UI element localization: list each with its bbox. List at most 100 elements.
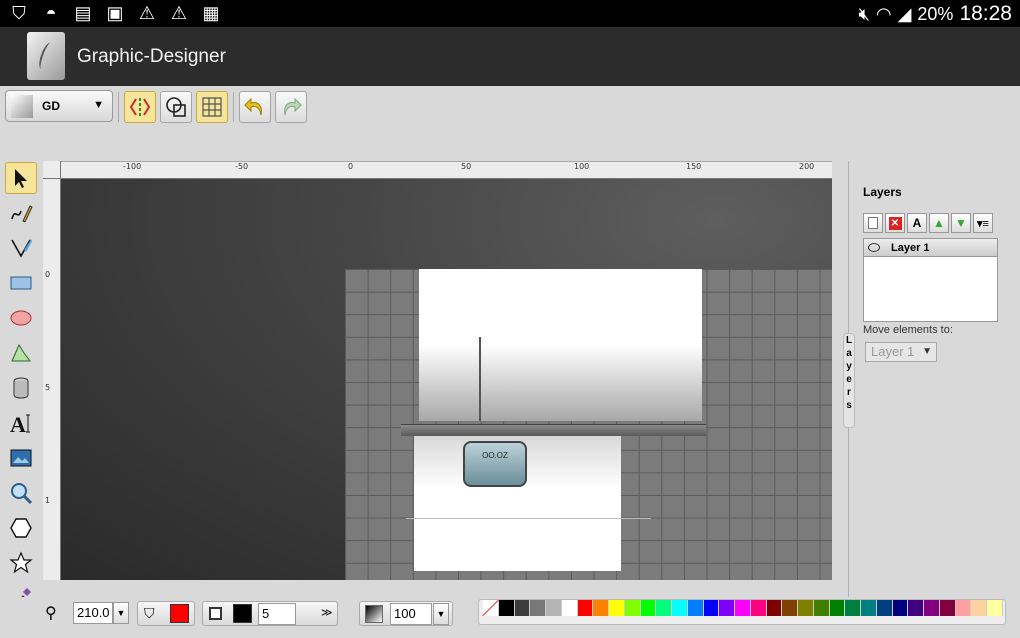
color-swatch[interactable] (672, 600, 688, 616)
color-swatch[interactable] (861, 600, 877, 616)
status-bar: ⛉ ◓ ▤ ▣ ⚠ ⚠ ▦ 🔇︎ ◠ ◢ 20% 18:28 (0, 0, 1020, 27)
move-elements-value: Layer 1 (871, 344, 915, 359)
color-swatch[interactable] (687, 600, 704, 616)
chevron-down-icon: ▼ (922, 346, 932, 357)
arrow-up-icon: ▲ (933, 216, 945, 230)
rename-layer-button[interactable]: A (907, 213, 927, 233)
color-swatch[interactable] (798, 600, 814, 616)
color-swatch[interactable] (924, 600, 940, 616)
color-swatch[interactable] (955, 600, 972, 616)
freehand-tool[interactable] (5, 197, 37, 229)
move-layer-down-button[interactable]: ▼ (951, 213, 971, 233)
stroke-width-input[interactable]: 5 (258, 603, 296, 625)
text-tool[interactable]: A (5, 407, 37, 439)
ruler-label: -100 (123, 162, 142, 171)
color-swatch[interactable] (892, 600, 909, 616)
color-swatch[interactable] (561, 600, 578, 616)
mute-icon: 🔇︎ (858, 3, 870, 24)
star-tool[interactable] (5, 547, 37, 579)
stroke-color-swatch[interactable] (233, 604, 252, 623)
rectangle-tool[interactable] (5, 267, 37, 299)
shapes-button[interactable] (160, 91, 192, 123)
opacity-dropdown[interactable]: ▼ (433, 603, 449, 625)
color-swatch[interactable] (640, 600, 657, 616)
pen-tool[interactable] (5, 232, 37, 264)
document-select[interactable]: GD ▼ (5, 90, 113, 122)
color-swatch[interactable] (750, 600, 767, 616)
star-icon (9, 551, 33, 574)
delete-layer-button[interactable]: ✕ (885, 213, 905, 233)
color-swatch[interactable] (703, 600, 720, 616)
color-swatch[interactable] (939, 600, 956, 616)
zoom-tool[interactable] (5, 477, 37, 509)
color-swatch[interactable] (971, 600, 987, 616)
battery-level: 20% (917, 3, 954, 24)
pen-icon (11, 239, 32, 258)
menu-icon: ▾≡ (977, 217, 989, 230)
color-swatch[interactable] (782, 600, 798, 616)
snap-button[interactable] (124, 91, 156, 123)
color-swatch[interactable] (577, 600, 594, 616)
color-swatch[interactable] (845, 600, 861, 616)
ellipse-icon (10, 310, 32, 326)
grid-button[interactable] (196, 91, 228, 123)
ruler-label: 50 (461, 162, 472, 171)
layer-row[interactable]: Layer 1 (864, 239, 997, 257)
cylinder-tool[interactable] (5, 372, 37, 404)
move-layer-up-button[interactable]: ▲ (929, 213, 949, 233)
zoom-dropdown[interactable]: ▼ (113, 602, 129, 624)
color-swatch[interactable] (813, 600, 830, 616)
zoom-input[interactable]: 210.0 (73, 602, 113, 624)
select-tool[interactable] (5, 162, 37, 194)
layer-menu-button[interactable]: ▾≡ (973, 213, 993, 233)
redo-button[interactable] (275, 91, 307, 123)
clipboard-icon: ▦ (202, 2, 220, 23)
side-tab-letter: r (847, 387, 851, 398)
drawing-wall[interactable] (419, 269, 702, 421)
color-swatch[interactable] (498, 600, 515, 616)
undo-button[interactable] (239, 91, 271, 123)
arrow-down-icon: ▼ (955, 216, 967, 230)
color-swatch[interactable] (514, 600, 531, 616)
ellipse-tool[interactable] (5, 302, 37, 334)
drawing-line[interactable] (479, 337, 481, 421)
color-swatch[interactable] (719, 600, 735, 616)
drawing-canvas[interactable]: OO.OZ (61, 179, 832, 580)
horizontal-ruler: -100 -50 0 50 100 150 200 (43, 161, 832, 179)
drawing-line[interactable] (406, 518, 651, 519)
color-swatch[interactable] (656, 600, 672, 616)
cylinder-icon (13, 377, 29, 399)
side-tab-letter: a (846, 348, 852, 359)
image-tool[interactable] (5, 442, 37, 474)
drawing-shelf[interactable] (401, 424, 706, 436)
color-swatch[interactable] (987, 600, 1003, 616)
color-swatch[interactable] (530, 600, 546, 616)
document-select-label: GD (42, 99, 60, 113)
color-swatch[interactable] (908, 600, 924, 616)
layers-panel: L a y e r s Layers ✕ A ▲ ▼ ▾≡ Layer 1 Mo… (843, 161, 1020, 597)
app-logo-icon[interactable] (27, 32, 65, 80)
move-elements-select[interactable]: Layer 1 ▼ (865, 342, 937, 362)
polygon-tool[interactable] (5, 337, 37, 369)
chevron-right-icon[interactable]: ≫ (321, 606, 333, 619)
color-swatch[interactable] (735, 600, 751, 616)
color-swatch[interactable] (766, 600, 783, 616)
color-swatch[interactable] (876, 600, 893, 616)
layers-side-tab[interactable]: L a y e r s (843, 333, 855, 428)
grid-icon (202, 97, 222, 117)
color-swatch[interactable] (829, 600, 846, 616)
no-color-swatch[interactable] (483, 600, 499, 616)
eye-icon[interactable] (868, 243, 880, 252)
clock: 18:28 (959, 2, 1012, 25)
drawing-scale[interactable]: OO.OZ (463, 441, 527, 487)
warning-icon: ⚠ (138, 2, 156, 23)
hexagon-tool[interactable] (5, 512, 37, 544)
color-swatch[interactable] (609, 600, 625, 616)
fill-color-swatch[interactable] (170, 604, 189, 623)
color-swatch[interactable] (624, 600, 641, 616)
opacity-input[interactable]: 100 (390, 603, 432, 625)
wifi-icon: ◠ (875, 3, 892, 24)
new-layer-button[interactable] (863, 213, 883, 233)
color-swatch[interactable] (593, 600, 609, 616)
color-swatch[interactable] (546, 600, 562, 616)
